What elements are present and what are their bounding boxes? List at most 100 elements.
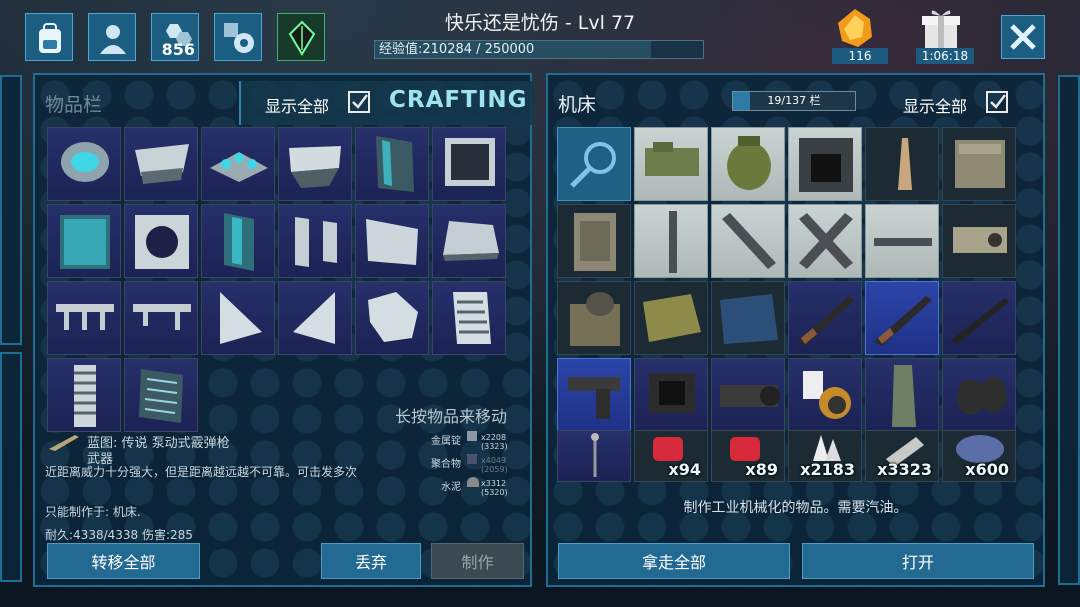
machine-panel: 机床 19/137 栏 显示全部 x94 x89 x2183 x3323 x60…	[546, 73, 1045, 587]
search-icon	[570, 142, 616, 188]
drop-button[interactable]: 丢弃	[321, 543, 421, 579]
amber-icon	[834, 7, 876, 49]
inventory-tab-button[interactable]	[25, 13, 73, 61]
slots-bar: 19/137 栏	[732, 91, 856, 111]
requirement-name: 聚合物	[431, 459, 461, 470]
slots-text: 19/137 栏	[767, 94, 821, 107]
tek-crystal-icon	[288, 20, 316, 56]
inventory-slot[interactable]	[355, 281, 429, 355]
machine-slot[interactable]	[942, 204, 1016, 278]
inventory-slot[interactable]	[201, 281, 275, 355]
requirement-amount: x2208 (3323)	[481, 433, 508, 451]
machine-slot[interactable]	[788, 204, 862, 278]
inventory-slot[interactable]	[201, 204, 275, 278]
inventory-slot[interactable]	[47, 358, 121, 432]
xp-bar: 经验值:210284 / 250000	[374, 40, 704, 59]
inventory-slot[interactable]	[124, 127, 198, 201]
item-count: x600	[965, 460, 1009, 479]
gift-icon[interactable]	[918, 6, 964, 50]
transfer-all-button[interactable]: 转移全部	[47, 543, 200, 579]
player-name-level: 快乐还是忧伤 - Lvl 77	[444, 12, 636, 34]
inventory-show-all-checkbox[interactable]	[348, 91, 370, 113]
inventory-slot[interactable]	[432, 281, 506, 355]
inventory-slot[interactable]	[278, 204, 352, 278]
machine-slot[interactable]	[865, 281, 939, 355]
machine-slot[interactable]	[942, 281, 1016, 355]
machine-slot[interactable]	[865, 204, 939, 278]
character-tab-button[interactable]	[88, 13, 136, 61]
machine-slot[interactable]: x600	[942, 430, 1016, 482]
close-button[interactable]	[1001, 15, 1045, 59]
inventory-slot[interactable]	[432, 204, 506, 278]
cement-icon	[467, 477, 479, 487]
inventory-slot[interactable]	[278, 127, 352, 201]
machine-search-button[interactable]	[557, 127, 631, 201]
item-description: 近距离威力十分强大，但是距离越远越不可靠。可击发多次	[45, 465, 358, 479]
machine-slot[interactable]	[711, 281, 785, 355]
inventory-slot[interactable]	[124, 358, 198, 432]
inventory-show-all-label: 显示全部	[265, 97, 330, 116]
right-edge-panel	[1058, 75, 1080, 585]
machine-title: 机床	[558, 94, 597, 116]
inventory-slot[interactable]	[124, 281, 198, 355]
machine-slot[interactable]	[711, 358, 785, 432]
machine-slot[interactable]	[557, 430, 631, 482]
inventory-slot[interactable]	[47, 204, 121, 278]
machine-slot[interactable]	[788, 281, 862, 355]
machine-show-all-label: 显示全部	[903, 97, 968, 116]
machine-slot[interactable]	[865, 127, 939, 201]
machine-slot[interactable]: x94	[634, 430, 708, 482]
checkmark-icon	[352, 94, 368, 109]
tek-tab-button[interactable]	[277, 13, 325, 61]
machine-slot[interactable]	[557, 204, 631, 278]
machine-slot[interactable]	[634, 127, 708, 201]
item-count: x3323	[877, 460, 932, 479]
item-count: x89	[745, 460, 778, 479]
open-button[interactable]: 打开	[802, 543, 1034, 579]
machine-slot[interactable]	[788, 358, 862, 432]
inventory-slot[interactable]	[201, 127, 275, 201]
craft-button[interactable]: 制作	[431, 543, 524, 579]
inventory-slot[interactable]	[432, 127, 506, 201]
machine-slot[interactable]	[557, 281, 631, 355]
inventory-slot[interactable]	[124, 204, 198, 278]
requirement-name: 金属锭	[431, 436, 461, 447]
machine-show-all-checkbox[interactable]	[986, 91, 1008, 113]
machine-slot[interactable]	[557, 358, 631, 432]
inventory-slot[interactable]	[355, 204, 429, 278]
machine-slot[interactable]	[942, 127, 1016, 201]
engram-points-count: 856	[161, 40, 195, 59]
requirement-amount: x3312 (5320)	[481, 479, 508, 497]
close-icon	[1010, 24, 1036, 50]
item-stats: 耐久:4338/4338 伤害:285	[45, 528, 193, 542]
machine-slot[interactable]	[711, 127, 785, 201]
engrams-tab-button[interactable]: 856	[151, 13, 199, 61]
inventory-slot[interactable]	[47, 127, 121, 201]
machine-description: 制作工业机械化的物品。需要汽油。	[683, 500, 908, 516]
left-edge-panel-lower	[0, 352, 22, 582]
machine-slot[interactable]	[711, 204, 785, 278]
shotgun-icon	[49, 435, 79, 451]
inventory-slot[interactable]	[278, 281, 352, 355]
gift-timer: 1:06:18	[916, 48, 974, 64]
amber-count: 116	[832, 48, 888, 64]
machine-slot[interactable]	[788, 127, 862, 201]
polymer-icon	[467, 454, 477, 464]
take-all-button[interactable]: 拿走全部	[558, 543, 790, 579]
item-count: x94	[668, 460, 701, 479]
inventory-slot[interactable]	[47, 281, 121, 355]
machine-slot[interactable]	[634, 281, 708, 355]
machine-slot[interactable]: x2183	[788, 430, 862, 482]
crafting-tab[interactable]: CRAFTING	[389, 87, 527, 113]
machine-slot[interactable]: x3323	[865, 430, 939, 482]
machine-slot[interactable]	[634, 204, 708, 278]
machine-slot[interactable]	[865, 358, 939, 432]
machine-slot[interactable]	[942, 358, 1016, 432]
metal-ingot-icon	[467, 431, 477, 441]
inventory-slot[interactable]	[355, 127, 429, 201]
settings-tab-button[interactable]	[214, 13, 262, 61]
machine-slot[interactable]	[634, 358, 708, 432]
requirement-amount: x4049 (2059)	[481, 456, 508, 474]
requirement-name: 水泥	[441, 482, 461, 493]
machine-slot[interactable]: x89	[711, 430, 785, 482]
